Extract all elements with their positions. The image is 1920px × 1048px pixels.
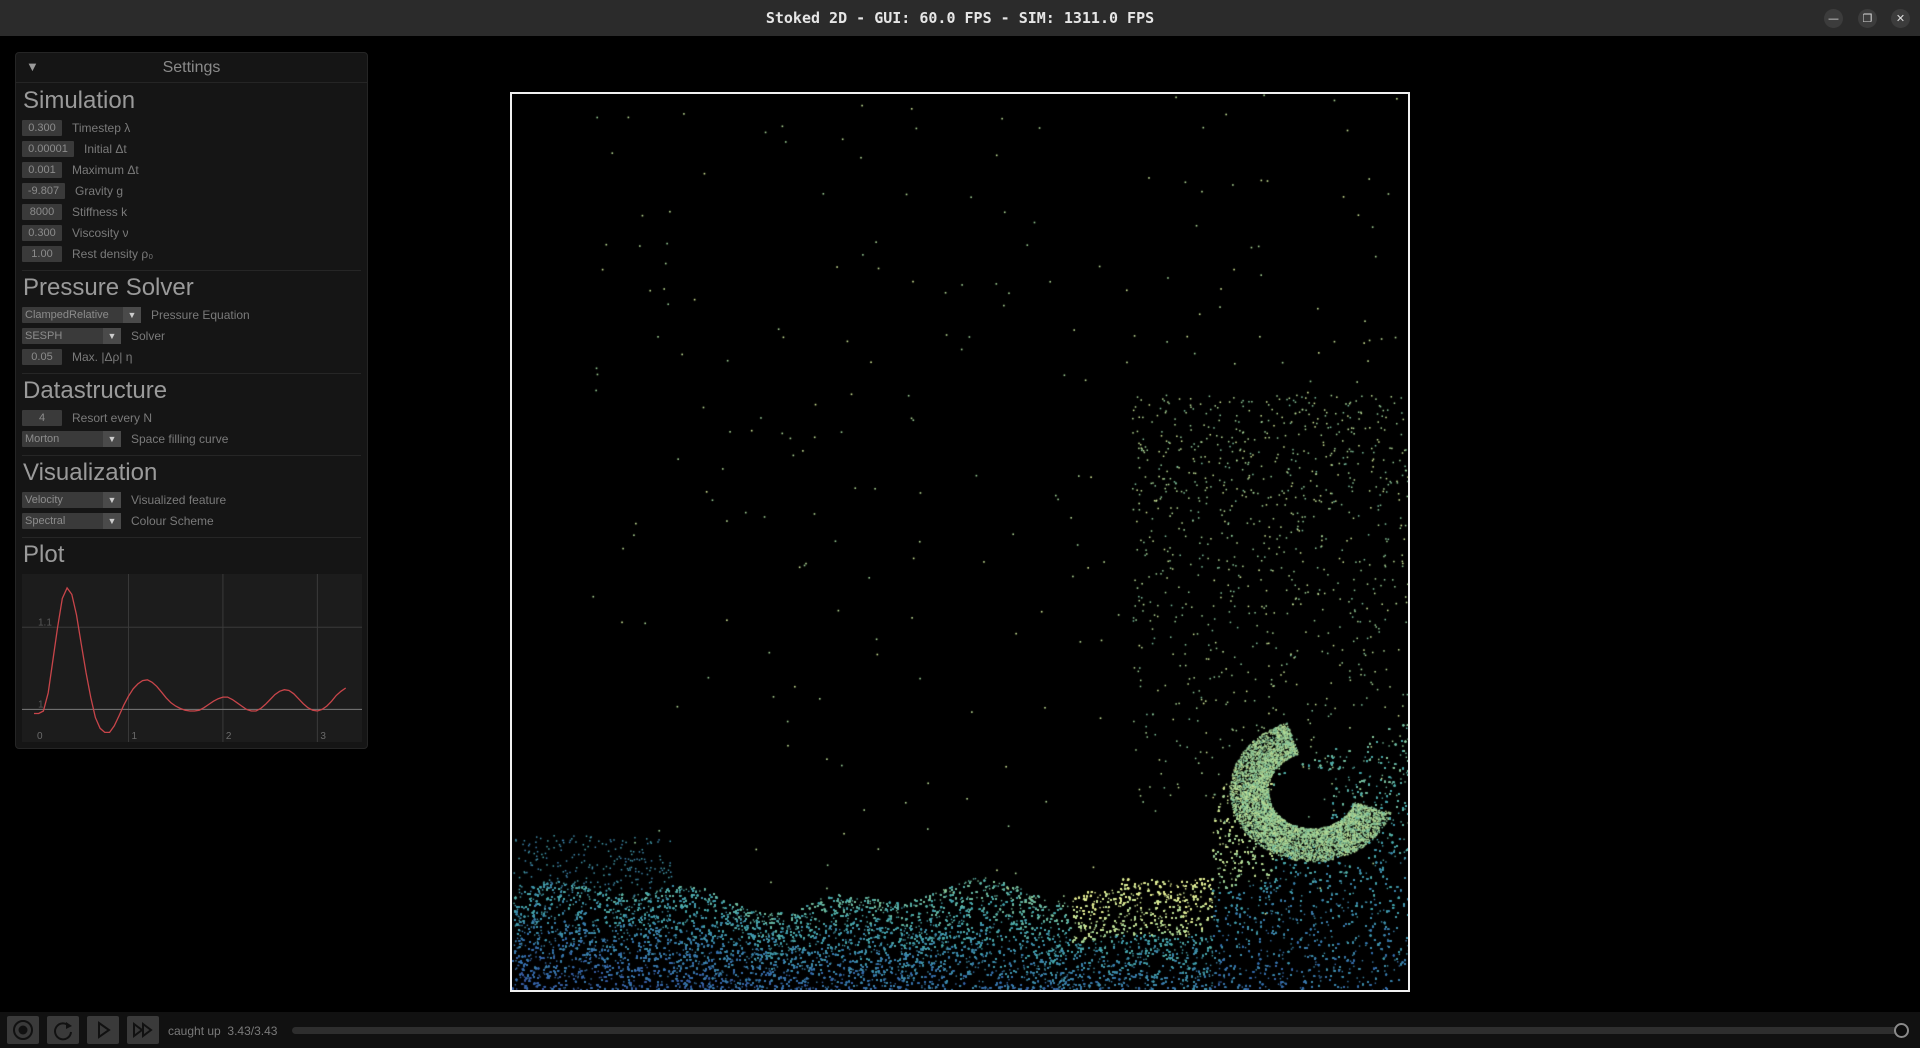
timestep-field[interactable]: 0.300 [22, 119, 62, 136]
playback-status: caught up 3.43/3.43 [168, 1024, 277, 1038]
play-icon[interactable] [87, 1016, 119, 1044]
density-plot: 0 1 2 3 1 1.1 [22, 574, 362, 742]
solver-row: SESPH ▼ Solver [22, 327, 165, 344]
max-dt-field[interactable]: 0.001 [22, 161, 62, 178]
resort-row: 4 Resort every N [22, 409, 152, 426]
chevron-down-icon[interactable]: ▼ [103, 512, 121, 529]
chevron-down-icon[interactable]: ▼ [123, 306, 141, 323]
plot-y-tick: 1 [38, 699, 44, 710]
fast-forward-icon[interactable] [127, 1016, 159, 1044]
timeline-slider[interactable] [292, 1027, 1904, 1034]
time-readout: 3.43/3.43 [227, 1024, 278, 1038]
curve-row: Morton ▼ Space filling curve [22, 430, 228, 447]
pressure-equation-label: Pressure Equation [151, 307, 250, 322]
section-visualization: Visualization [23, 459, 158, 486]
section-simulation: Simulation [23, 87, 136, 114]
resort-field[interactable]: 4 [22, 409, 62, 426]
max-dt-row: 0.001 Maximum Δt [22, 161, 139, 178]
gravity-field[interactable]: -9.807 [22, 182, 65, 199]
max-rho-field[interactable]: 0.05 [22, 348, 62, 365]
initial-dt-row: 0.00001 Initial Δt [22, 140, 127, 157]
plot-x-tick: 1 [131, 731, 137, 742]
plot-x-tick: 0 [37, 731, 43, 742]
maximize-icon[interactable]: ❐ [1858, 9, 1877, 28]
playback-bar: caught up 3.43/3.43 [0, 1012, 1920, 1048]
plot-x-tick: 2 [226, 731, 232, 742]
gravity-row: -9.807 Gravity g [22, 182, 123, 199]
scheme-label: Colour Scheme [131, 513, 214, 528]
plot-x-tick: 3 [320, 731, 326, 742]
viscosity-field[interactable]: 0.300 [22, 224, 62, 241]
feature-value: Velocity [25, 493, 63, 506]
window-title: Stoked 2D - GUI: 60.0 FPS - SIM: 1311.0 … [765, 9, 1155, 27]
initial-dt-label: Initial Δt [84, 141, 127, 156]
solver-value: SESPH [25, 329, 63, 342]
plot-y-tick: 1.1 [38, 617, 52, 628]
chevron-down-icon[interactable]: ▼ [103, 430, 121, 447]
curve-label: Space filling curve [131, 431, 229, 446]
settings-header[interactable]: ▼ Settings [16, 53, 367, 83]
stiffness-field[interactable]: 8000 [22, 203, 62, 220]
viscosity-label: Viscosity ν [72, 225, 129, 240]
timeline-knob[interactable] [1894, 1023, 1909, 1038]
max-dt-label: Maximum Δt [72, 162, 139, 177]
initial-dt-field[interactable]: 0.00001 [22, 140, 74, 157]
viscosity-row: 0.300 Viscosity ν [22, 224, 128, 241]
curve-select[interactable]: Morton ▼ [22, 430, 121, 447]
reset-icon[interactable] [47, 1016, 79, 1044]
feature-label: Visualized feature [131, 492, 227, 507]
pressure-equation-select[interactable]: ClampedRelative ▼ [22, 306, 141, 323]
chevron-down-icon[interactable]: ▼ [103, 327, 121, 344]
feature-row: Velocity ▼ Visualized feature [22, 491, 226, 508]
scheme-value: Spectral [25, 514, 66, 527]
plot-series-line [34, 586, 347, 734]
simulation-view[interactable] [510, 92, 1410, 992]
pressure-equation-value: ClampedRelative [25, 308, 109, 321]
title-bar: Stoked 2D - GUI: 60.0 FPS - SIM: 1311.0 … [0, 0, 1920, 36]
gravity-label: Gravity g [75, 183, 124, 198]
feature-select[interactable]: Velocity ▼ [22, 491, 121, 508]
minimize-icon[interactable]: — [1824, 9, 1843, 28]
separator [22, 455, 361, 456]
separator [22, 373, 361, 374]
plot-svg: 0 1 2 3 1 1.1 [22, 574, 362, 742]
stiffness-label: Stiffness k [72, 204, 128, 219]
section-datastructure: Datastructure [23, 377, 168, 404]
separator [22, 270, 361, 271]
settings-title: Settings [162, 59, 221, 76]
settings-panel: ▼ Settings Simulation 0.300 Timestep λ 0… [15, 52, 368, 749]
solver-label: Solver [131, 328, 166, 343]
rest-density-row: 1.00 Rest density ρ₀ [22, 245, 153, 262]
record-icon[interactable] [7, 1016, 39, 1044]
curve-value: Morton [25, 432, 60, 445]
stiffness-row: 8000 Stiffness k [22, 203, 127, 220]
status-text: caught up [168, 1024, 221, 1038]
rest-density-field[interactable]: 1.00 [22, 245, 62, 262]
pressure-equation-row: ClampedRelative ▼ Pressure Equation [22, 306, 250, 323]
timestep-row: 0.300 Timestep λ [22, 119, 130, 136]
max-rho-row: 0.05 Max. |Δρ| η [22, 348, 132, 365]
scheme-select[interactable]: Spectral ▼ [22, 512, 121, 529]
scheme-row: Spectral ▼ Colour Scheme [22, 512, 214, 529]
rest-density-label: Rest density ρ₀ [72, 246, 154, 261]
chevron-down-icon[interactable]: ▼ [103, 491, 121, 508]
section-pressure-solver: Pressure Solver [23, 274, 194, 301]
resort-label: Resort every N [72, 410, 153, 425]
timestep-label: Timestep λ [72, 120, 131, 135]
solver-select[interactable]: SESPH ▼ [22, 327, 121, 344]
section-plot: Plot [23, 541, 65, 568]
max-rho-label: Max. |Δρ| η [72, 349, 133, 364]
close-icon[interactable]: ✕ [1891, 9, 1910, 28]
particle-canvas[interactable] [512, 94, 1408, 990]
separator [22, 537, 361, 538]
